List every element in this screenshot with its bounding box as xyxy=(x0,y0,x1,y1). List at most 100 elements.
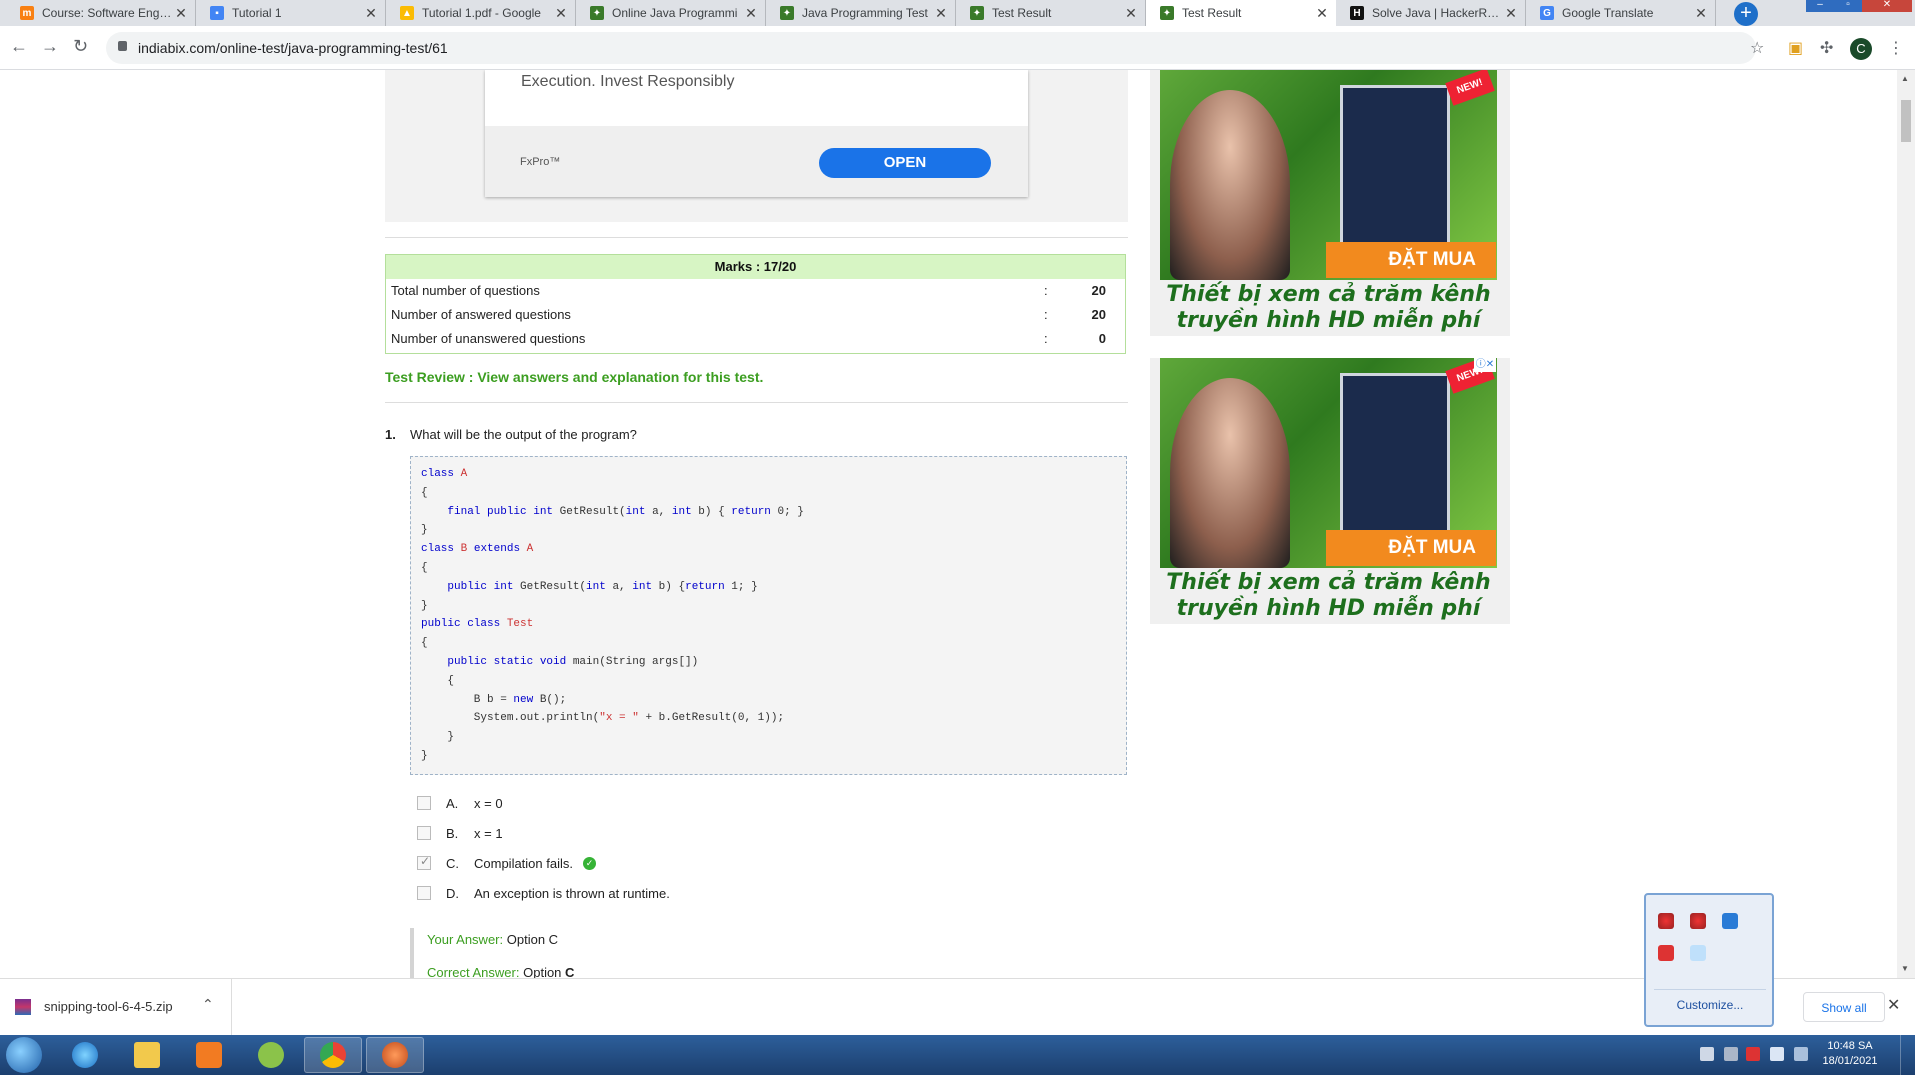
test-review-link[interactable]: Test Review : View answers and explanati… xyxy=(385,369,763,385)
option-text: x = 0 xyxy=(474,795,503,811)
lock-icon[interactable] xyxy=(118,41,127,51)
option-a[interactable]: A. x = 0 xyxy=(417,794,503,812)
tab-java-programming-test[interactable]: ✦ Java Programming Test ✕ xyxy=(766,0,956,26)
side-ad-2[interactable]: NEW! ĐẶT MUA Thiết bị xem cả trăm kênh t… xyxy=(1150,358,1510,624)
close-icon[interactable]: ✕ xyxy=(1887,995,1900,1015)
page-scrollbar[interactable]: ▲ ▼ xyxy=(1897,70,1915,978)
buy-button[interactable]: ĐẶT MUA xyxy=(1326,242,1496,278)
marks-row-label: Number of answered questions xyxy=(391,307,571,322)
marks-title: Marks : 17/20 xyxy=(386,255,1125,279)
ad-open-button[interactable]: OPEN xyxy=(819,148,991,178)
back-icon[interactable]: ← xyxy=(10,36,28,57)
close-icon[interactable]: ✕ xyxy=(933,5,949,22)
divider xyxy=(385,402,1128,403)
window-close-icon[interactable]: ✕ xyxy=(1862,0,1912,12)
tab-online-java-programming[interactable]: ✦ Online Java Programmi ✕ xyxy=(576,0,766,26)
close-icon[interactable]: ✕ xyxy=(1503,5,1519,22)
tray-app-icon[interactable] xyxy=(1722,913,1738,929)
scroll-up-icon[interactable]: ▲ xyxy=(1901,74,1909,83)
download-item[interactable]: snipping-tool-6-4-5.zip ⌃ xyxy=(0,979,232,1036)
app-icon[interactable] xyxy=(366,1037,424,1073)
close-icon[interactable]: ✕ xyxy=(363,5,379,22)
tab-tutorial-1[interactable]: ▪ Tutorial 1 ✕ xyxy=(196,0,386,26)
extension-lock-icon[interactable]: ▣ xyxy=(1788,38,1803,58)
option-checkbox[interactable] xyxy=(417,826,431,840)
tab-test-result[interactable]: ✦ Test Result ✕ xyxy=(956,0,1146,26)
buy-button[interactable]: ĐẶT MUA xyxy=(1326,530,1496,566)
option-checkbox[interactable] xyxy=(417,854,431,870)
divider xyxy=(385,237,1128,238)
close-icon[interactable]: ✕ xyxy=(1693,5,1709,22)
show-hidden-icons[interactable] xyxy=(1700,1047,1714,1061)
google-translate-icon: G xyxy=(1540,6,1554,20)
option-b[interactable]: B. x = 1 xyxy=(417,824,503,842)
marks-row-label: Number of unanswered questions xyxy=(391,331,586,346)
action-center-icon[interactable] xyxy=(1794,1047,1808,1061)
answer-bar xyxy=(410,928,414,978)
tab-label: Test Result xyxy=(1182,6,1242,20)
address-bar[interactable]: indiabix.com/online-test/java-programmin… xyxy=(106,32,1756,64)
option-c[interactable]: C. Compilation fails. ✓ xyxy=(417,854,596,872)
network-icon[interactable] xyxy=(1724,1047,1738,1061)
show-desktop-button[interactable] xyxy=(1900,1035,1915,1075)
indiabix-icon: ✦ xyxy=(1160,6,1174,20)
chevron-up-icon[interactable]: ⌃ xyxy=(202,996,214,1013)
tray-app-icon[interactable] xyxy=(1690,945,1706,961)
unikey-icon[interactable] xyxy=(242,1037,300,1073)
media-player-icon[interactable] xyxy=(180,1037,238,1073)
scroll-down-icon[interactable]: ▼ xyxy=(1901,964,1909,973)
tab-course-software-engine[interactable]: m Course: Software Engine ✕ xyxy=(6,0,196,26)
your-answer: Your Answer: Option C xyxy=(427,932,558,947)
volume-icon[interactable] xyxy=(1770,1047,1784,1061)
show-all-button[interactable]: Show all xyxy=(1803,992,1885,1022)
tab-tutorial-1-pdf[interactable]: ▲ Tutorial 1.pdf - Google ✕ xyxy=(386,0,576,26)
close-icon[interactable]: ✕ xyxy=(1314,5,1330,22)
close-icon[interactable]: ✕ xyxy=(173,5,189,22)
internet-explorer-icon[interactable] xyxy=(56,1037,114,1073)
scroll-thumb[interactable] xyxy=(1901,100,1911,142)
option-checkbox[interactable] xyxy=(417,796,431,810)
option-checkbox[interactable] xyxy=(417,886,431,900)
file-explorer-icon[interactable] xyxy=(118,1037,176,1073)
marks-table: Marks : 17/20 Total number of questions … xyxy=(385,254,1126,354)
extensions-puzzle-icon[interactable]: ✣ xyxy=(1820,38,1833,58)
ad-image[interactable]: NEW! ĐẶT MUA xyxy=(1160,70,1497,280)
close-icon[interactable]: ✕ xyxy=(553,5,569,22)
ad-caption: Thiết bị xem cả trăm kênh truyền hình HD… xyxy=(1166,282,1491,333)
star-icon[interactable]: ☆ xyxy=(1750,38,1764,58)
close-icon[interactable]: ✕ xyxy=(743,5,759,22)
chrome-icon[interactable] xyxy=(304,1037,362,1073)
url-text[interactable]: indiabix.com/online-test/java-programmin… xyxy=(138,40,448,56)
ad-brand: FxPro™ xyxy=(520,156,561,168)
close-icon[interactable]: ✕ xyxy=(1123,5,1139,22)
winrar-archive-icon xyxy=(15,999,31,1015)
tab-hackerrank[interactable]: H Solve Java | HackerRank ✕ xyxy=(1336,0,1526,26)
option-text: An exception is thrown at runtime. xyxy=(474,885,670,901)
customize-link[interactable]: Customize... xyxy=(1654,989,1766,1019)
option-d[interactable]: D. An exception is thrown at runtime. xyxy=(417,884,670,902)
option-letter: B. xyxy=(446,825,459,841)
tray-app-icon[interactable] xyxy=(1690,913,1706,929)
new-tab-button[interactable]: + xyxy=(1734,2,1758,26)
option-text: Compilation fails. xyxy=(474,855,573,871)
antivirus-icon[interactable] xyxy=(1746,1047,1760,1061)
start-button[interactable] xyxy=(6,1037,42,1073)
side-ad-1[interactable]: NEW! ĐẶT MUA Thiết bị xem cả trăm kênh t… xyxy=(1150,70,1510,336)
ad-choices-icon[interactable]: ⓘ✕ xyxy=(1474,358,1496,372)
reload-icon[interactable]: ↻ xyxy=(73,36,88,57)
tab-test-result-active[interactable]: ✦ Test Result ✕ xyxy=(1146,0,1336,26)
tray-app-icon[interactable] xyxy=(1658,913,1674,929)
new-badge: NEW! xyxy=(1445,70,1495,106)
ad-card[interactable]: Execution. Invest Responsibly FxPro™ OPE… xyxy=(485,70,1028,197)
menu-kebab-icon[interactable]: ⋮ xyxy=(1888,38,1904,58)
clock-time: 10:48 SA xyxy=(1827,1040,1873,1052)
minimize-icon[interactable]: – xyxy=(1806,0,1834,12)
tray-app-icon[interactable] xyxy=(1658,945,1674,961)
tab-google-translate[interactable]: G Google Translate ✕ xyxy=(1526,0,1716,26)
forward-icon[interactable]: → xyxy=(41,36,59,57)
restore-icon[interactable]: ▫ xyxy=(1834,0,1862,12)
system-clock[interactable]: 10:48 SA 18/01/2021 xyxy=(1820,1039,1880,1069)
ad-image[interactable]: NEW! ĐẶT MUA xyxy=(1160,358,1497,568)
profile-avatar[interactable]: C xyxy=(1850,38,1872,60)
marks-row-sep: : xyxy=(1044,283,1048,298)
